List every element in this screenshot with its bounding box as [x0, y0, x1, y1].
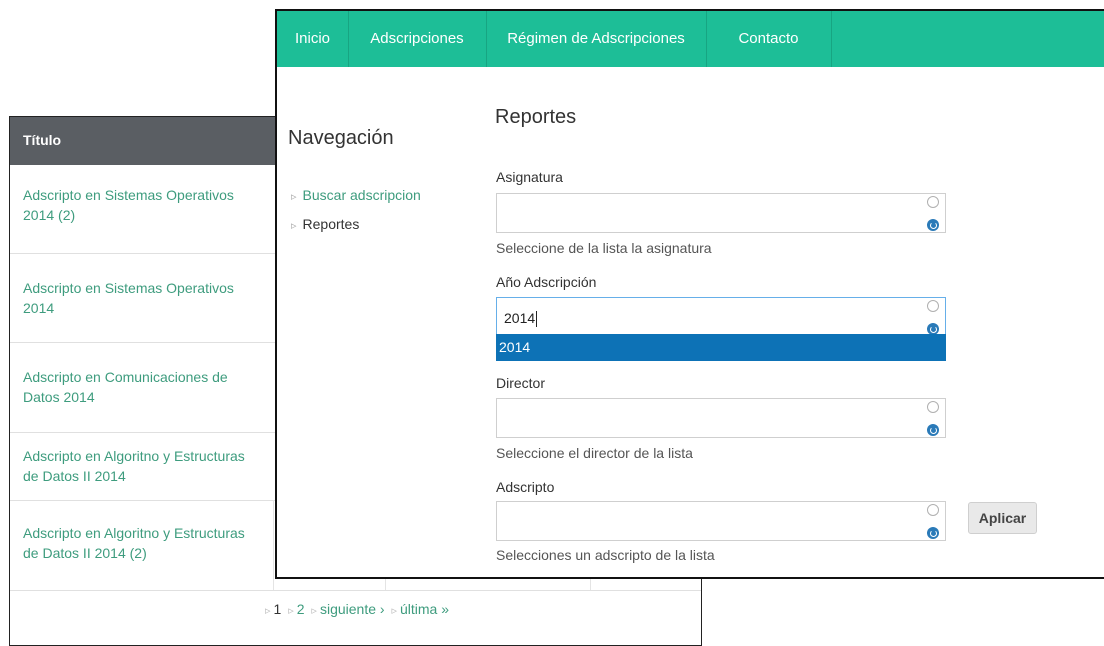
- anio-input[interactable]: 2014: [496, 297, 946, 337]
- pager-page-2[interactable]: 2: [297, 601, 305, 617]
- sidebar-item-label: Reportes: [302, 216, 360, 232]
- pager-last[interactable]: última »: [400, 601, 449, 617]
- row-title-link[interactable]: Adscripto en Sistemas Operativos 2014: [23, 278, 263, 318]
- chevron-right-icon: ▹: [291, 191, 297, 203]
- asignatura-label: Asignatura: [496, 169, 563, 185]
- anio-label: Año Adscripción: [496, 274, 597, 290]
- reports-window: Inicio Adscripciones Régimen de Adscripc…: [275, 9, 1104, 579]
- sidebar-item-reportes[interactable]: ▹ Reportes: [291, 216, 359, 232]
- nav-adscripciones[interactable]: Adscripciones: [348, 11, 487, 67]
- row-title-link[interactable]: Adscripto en Comunicaciones de Datos 201…: [23, 367, 263, 407]
- nav-regimen-adscripciones[interactable]: Régimen de Adscripciones: [486, 11, 707, 67]
- adscripto-input[interactable]: [496, 501, 946, 541]
- autocomplete-icon: [927, 527, 939, 539]
- chevron-right-icon: ▹: [288, 605, 294, 617]
- adscripto-label: Adscripto: [496, 479, 555, 495]
- column-divider: [273, 500, 274, 590]
- sidebar-title: Navegación: [288, 127, 394, 149]
- autocomplete-throbber-icon: [927, 401, 939, 413]
- pager-next[interactable]: siguiente ›: [320, 601, 385, 617]
- main-navbar: Inicio Adscripciones Régimen de Adscripc…: [277, 11, 1104, 67]
- sidebar-item-buscar[interactable]: ▹ Buscar adscripcion: [291, 187, 421, 203]
- pager-current: 1: [273, 601, 282, 617]
- chevron-right-icon: ▹: [291, 220, 297, 232]
- autocomplete-icon: [927, 219, 939, 231]
- director-help: Seleccione el director de la lista: [496, 445, 693, 461]
- nav-inicio[interactable]: Inicio: [277, 11, 349, 67]
- row-title-link[interactable]: Adscripto en Sistemas Operativos 2014 (2…: [23, 185, 263, 225]
- anio-value: 2014: [504, 310, 538, 328]
- nav-contacto[interactable]: Contacto: [706, 11, 832, 67]
- apply-button[interactable]: Aplicar: [968, 502, 1037, 534]
- asignatura-input[interactable]: [496, 193, 946, 233]
- column-header-title: Título: [23, 132, 62, 148]
- sidebar-item-label: Buscar adscripcion: [302, 187, 421, 203]
- chevron-right-icon: ▹: [264, 605, 271, 617]
- autocomplete-throbber-icon: [927, 300, 939, 312]
- director-input[interactable]: [496, 398, 946, 438]
- chevron-right-icon: ▹: [311, 605, 317, 617]
- row-title-link[interactable]: Adscripto en Algoritno y Estructuras de …: [23, 523, 263, 563]
- row-title-link[interactable]: Adscripto en Algoritno y Estructuras de …: [23, 446, 263, 486]
- chevron-right-icon: ▹: [391, 605, 397, 617]
- pager: ▹ 1 ▹ 2 ▹ siguiente › ▹ última »: [10, 601, 701, 617]
- autocomplete-icon: [927, 424, 939, 436]
- page-title: Reportes: [495, 106, 577, 128]
- text-caret: [536, 311, 538, 328]
- autocomplete-suggestion[interactable]: 2014: [496, 334, 946, 361]
- autocomplete-throbber-icon: [927, 196, 939, 208]
- director-label: Director: [496, 375, 546, 391]
- autocomplete-throbber-icon: [927, 504, 939, 516]
- asignatura-help: Seleccione de la lista la asignatura: [496, 240, 712, 256]
- adscripto-help: Selecciones un adscripto de la lista: [496, 547, 715, 563]
